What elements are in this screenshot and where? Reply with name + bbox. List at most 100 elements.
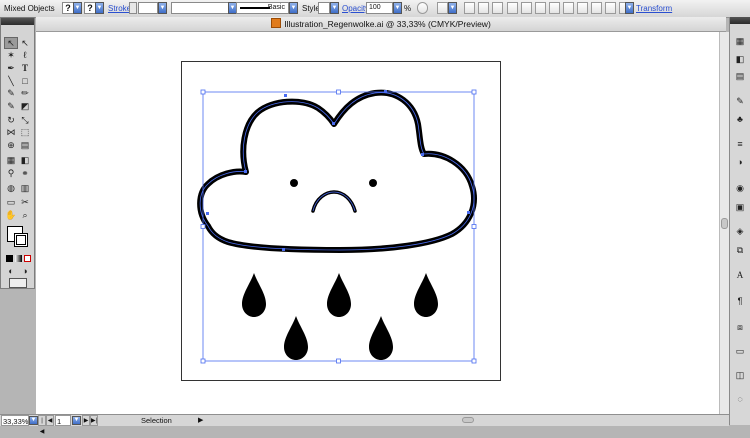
vertical-scroll-thumb[interactable] (721, 218, 728, 229)
rectangle-tool-icon[interactable]: □ (18, 75, 32, 87)
stroke-weight-input[interactable] (138, 2, 158, 14)
align-top-icon[interactable] (507, 2, 518, 14)
brushes-panel-icon[interactable]: ✎ (733, 95, 747, 107)
raindrop[interactable] (327, 273, 351, 317)
direct-selection-tool-icon[interactable]: ↖ (18, 37, 32, 49)
opacity-dropdown-button[interactable]: ▼ (393, 2, 402, 14)
anchor-point[interactable] (244, 170, 247, 173)
raindrop[interactable] (414, 273, 438, 317)
column-graph-tool-icon[interactable]: ▥ (18, 182, 32, 194)
next-artboard-button[interactable]: ▶ (82, 415, 90, 426)
variable-width-profile-field[interactable] (171, 2, 229, 14)
bounding-box-handle[interactable] (471, 358, 477, 364)
align-bottom-icon[interactable] (535, 2, 546, 14)
line-tool-icon[interactable]: ╲ (4, 75, 18, 87)
horizontal-scroll-thumb[interactable] (462, 417, 474, 423)
draw-normal-icon[interactable]: ◐ (4, 265, 18, 277)
last-artboard-button[interactable]: ▶| (90, 415, 98, 426)
transparency-panel-icon[interactable]: ◌ (733, 393, 747, 405)
graphic-style-dropdown-button[interactable]: ▼ (330, 2, 339, 14)
anchor-point[interactable] (384, 90, 387, 93)
selection-tool-icon[interactable]: ↖ (4, 37, 18, 49)
align-vertical-center-icon[interactable] (521, 2, 532, 14)
gradient-mode-icon[interactable] (15, 255, 22, 262)
recolor-artwork-icon[interactable] (417, 2, 428, 14)
swatches-panel-icon[interactable]: ▤ (733, 70, 747, 82)
bounding-box-handle[interactable] (471, 224, 477, 229)
draw-behind-icon[interactable]: ◑ (18, 265, 32, 277)
cloud-right-eye[interactable] (369, 179, 377, 187)
align-left-icon[interactable] (464, 2, 475, 14)
align-to-icon[interactable] (437, 2, 448, 14)
cloud-left-eye[interactable] (290, 179, 298, 187)
artboard-dropdown-button[interactable]: ▼ (72, 416, 81, 425)
bounding-box-handle[interactable] (200, 89, 206, 95)
stroke-weight-stepper[interactable] (129, 2, 137, 14)
graphic-styles-icon[interactable]: ▣ (733, 201, 747, 213)
gradient-tool-icon[interactable]: ◧ (18, 154, 32, 166)
paintbrush-tool-icon[interactable]: ✎ (4, 87, 18, 99)
width-tool-icon[interactable]: ⋈ (4, 126, 18, 138)
anchor-point[interactable] (206, 212, 209, 215)
dock-grip[interactable] (730, 17, 750, 24)
lasso-tool-icon[interactable]: ℓ (18, 49, 32, 61)
shape-builder-tool-icon[interactable]: ⊕ (4, 139, 18, 151)
stroke-panel-icon[interactable]: ≡ (733, 138, 747, 150)
zoom-dropdown-button[interactable]: ▼ (29, 416, 38, 425)
distribute-vertical-center-icon[interactable] (563, 2, 574, 14)
transform-panel-icon[interactable]: ⧈ (733, 321, 747, 333)
symbol-sprayer-tool-icon[interactable]: ◍ (4, 182, 18, 194)
pencil-tool-icon[interactable]: ✏ (18, 87, 32, 99)
perspective-grid-tool-icon[interactable]: ▤ (18, 139, 32, 151)
graphic-style-swatch[interactable] (318, 2, 330, 14)
symbols-panel-icon[interactable]: ♣ (733, 113, 747, 125)
distribute-horizontal-center-icon[interactable] (605, 2, 616, 14)
blend-tool-icon[interactable]: ⚭ (18, 167, 32, 179)
bounding-box-handle[interactable] (336, 358, 341, 364)
brush-dropdown-button[interactable]: ▼ (289, 2, 298, 14)
artboards-panel-icon[interactable]: ⧉ (733, 244, 747, 256)
mesh-tool-icon[interactable]: ▦ (4, 154, 18, 166)
hand-tool-icon[interactable]: ✋ (4, 209, 18, 221)
eraser-tool-icon[interactable]: ◩ (18, 100, 32, 112)
opacity-input[interactable]: 100 (366, 2, 393, 14)
raindrop[interactable] (242, 273, 266, 317)
distribute-bottom-icon[interactable] (577, 2, 588, 14)
align-horizontal-center-icon[interactable] (478, 2, 489, 14)
stroke-color-dropdown-button[interactable]: ▼ (95, 2, 104, 14)
none-mode-icon[interactable] (24, 255, 31, 262)
isolate-dropdown-button[interactable]: ▼ (625, 2, 634, 14)
scale-tool-icon[interactable]: ⤡ (18, 114, 32, 126)
anchor-point[interactable] (332, 122, 335, 125)
rotate-tool-icon[interactable]: ↻ (4, 114, 18, 126)
raindrop[interactable] (284, 316, 308, 360)
pen-tool-icon[interactable]: ✒ (4, 62, 18, 74)
first-artboard-button[interactable]: |◀ (38, 415, 46, 435)
distribute-left-icon[interactable] (591, 2, 602, 14)
artboard-number-field[interactable]: 1 (55, 415, 71, 426)
tools-panel-grip[interactable] (1, 18, 34, 25)
zoom-tool-icon[interactable]: ⌕ (18, 209, 32, 221)
align-panel-icon[interactable]: ▭ (733, 345, 747, 357)
screen-mode-icon[interactable] (9, 278, 27, 288)
bounding-box-handle[interactable] (336, 89, 341, 95)
stroke-weight-dropdown-button[interactable]: ▼ (158, 2, 167, 14)
color-mode-icon[interactable] (6, 255, 13, 262)
transform-link[interactable]: Transform (636, 0, 672, 17)
magic-wand-tool-icon[interactable]: ✶ (4, 49, 18, 61)
pathfinder-panel-icon[interactable]: ◫ (733, 369, 747, 381)
artboard-tool-icon[interactable]: ▭ (4, 196, 18, 208)
blob-brush-tool-icon[interactable]: ✎ (4, 100, 18, 112)
align-right-icon[interactable] (492, 2, 503, 14)
zoom-field[interactable]: 33,33% (1, 415, 29, 426)
stroke-color-box[interactable] (14, 233, 28, 247)
anchor-point[interactable] (467, 211, 470, 214)
paragraph-panel-icon[interactable]: ¶ (733, 295, 747, 307)
layers-panel-icon[interactable]: ◈ (733, 225, 747, 237)
brush-definition-field[interactable]: Basic (236, 2, 289, 14)
color-guide-icon[interactable]: ◧ (733, 53, 747, 65)
align-to-dropdown-button[interactable]: ▼ (448, 2, 457, 14)
previous-artboard-button[interactable]: ◀ (46, 415, 54, 426)
bounding-box-handle[interactable] (200, 358, 206, 364)
distribute-top-icon[interactable] (549, 2, 560, 14)
